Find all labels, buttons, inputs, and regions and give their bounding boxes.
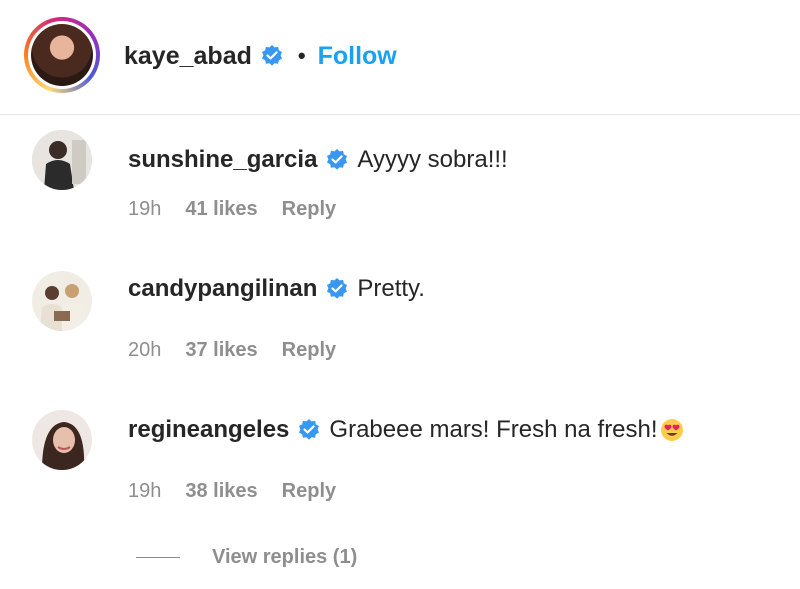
comment-meta: 20h 37 likes Reply <box>128 335 336 365</box>
comment-likes[interactable]: 37 likes <box>185 339 257 362</box>
profile-avatar-story-ring[interactable] <box>24 17 100 93</box>
reply-button[interactable]: Reply <box>282 480 336 503</box>
comment-username[interactable]: candypangilinan <box>128 275 317 303</box>
comment-time: 19h <box>128 479 162 502</box>
post-header: kaye_abad • Follow <box>0 0 800 115</box>
reply-button[interactable]: Reply <box>282 339 336 362</box>
header-username[interactable]: kaye_abad <box>124 42 252 71</box>
comment-likes[interactable]: 38 likes <box>185 480 257 503</box>
comment-likes[interactable]: 41 likes <box>185 198 257 221</box>
comment-username[interactable]: regineangeles <box>128 416 289 444</box>
heart-eyes-emoji-icon <box>660 418 684 442</box>
comment-line: candypangilinan Pretty. <box>128 271 425 307</box>
comment-time: 19h <box>128 197 162 220</box>
commenter-avatar[interactable] <box>32 410 92 470</box>
comment-meta: 19h 38 likes Reply <box>128 476 336 506</box>
verified-badge-icon <box>325 148 349 172</box>
view-replies-divider <box>136 556 180 558</box>
comment-line: sunshine_garcia Ayyyy sobra!!! <box>128 142 508 178</box>
profile-avatar <box>31 24 93 86</box>
comment-text: Ayyyy sobra!!! <box>357 146 508 173</box>
verified-badge-icon <box>260 44 284 68</box>
verified-badge-icon <box>325 277 349 301</box>
commenter-avatar[interactable] <box>32 271 92 331</box>
comment-line: regineangeles Grabeee mars! Fresh na fre… <box>128 412 684 448</box>
commenter-avatar[interactable] <box>32 130 92 190</box>
verified-badge-icon <box>297 418 321 442</box>
reply-button[interactable]: Reply <box>282 198 336 221</box>
comment-time: 20h <box>128 338 162 361</box>
separator-dot: • <box>297 43 306 68</box>
profile-avatar-frame <box>28 21 96 89</box>
comment-meta: 19h 41 likes Reply <box>128 194 336 224</box>
comment-item: sunshine_garcia Ayyyy sobra!!! 19h 41 li… <box>0 114 800 234</box>
comment-text: Pretty. <box>357 275 425 302</box>
header-row: kaye_abad • Follow <box>124 36 397 76</box>
comment-item: regineangeles Grabeee mars! Fresh na fre… <box>0 396 800 516</box>
comment-username[interactable]: sunshine_garcia <box>128 146 317 174</box>
comment-text: Grabeee mars! Fresh na fresh! <box>329 416 658 443</box>
comment-item: candypangilinan Pretty. 20h 37 likes Rep… <box>0 255 800 375</box>
view-replies-button[interactable]: View replies (1) <box>212 546 357 569</box>
view-replies-row[interactable]: View replies (1) <box>136 542 357 572</box>
follow-button[interactable]: Follow <box>318 42 397 71</box>
